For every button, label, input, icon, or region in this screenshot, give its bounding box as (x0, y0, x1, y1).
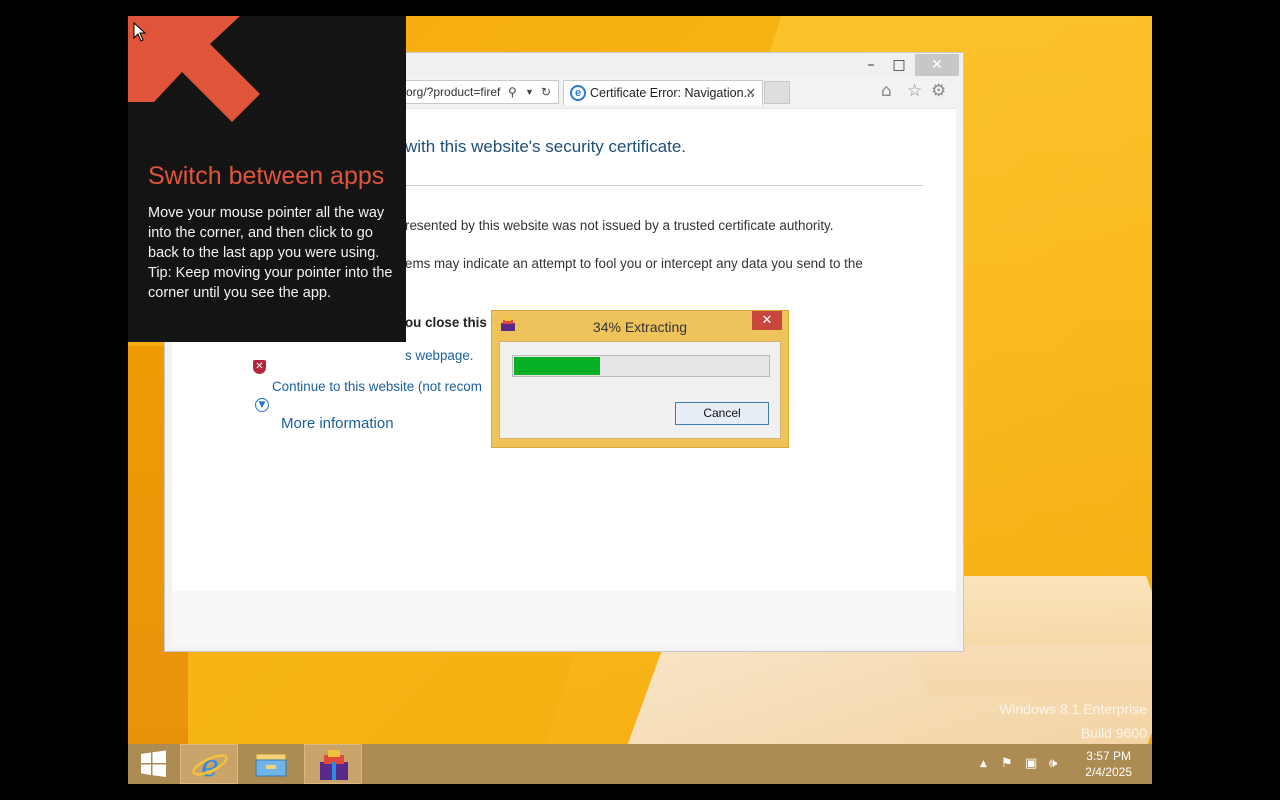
minimize-button[interactable]: – (857, 54, 885, 76)
winrar-icon (320, 750, 348, 780)
clock-date: 2/4/2025 (1085, 765, 1132, 779)
taskbar-file-explorer[interactable] (242, 744, 300, 784)
corner-arrow-icon (128, 16, 260, 122)
settings-gear-icon[interactable]: ⚙ (931, 81, 946, 101)
search-icon[interactable]: ⚲ (508, 81, 517, 103)
tab-certificate-error[interactable]: e Certificate Error: Navigation... ✕ (563, 80, 763, 105)
address-bar[interactable]: org/?product=firef ⚲ ▼ ↻ (403, 80, 559, 104)
watermark-build: Build 9600 (1080, 725, 1147, 741)
more-information-link[interactable]: More information (281, 415, 394, 432)
error-line-1: resented by this website was not issued … (405, 218, 834, 233)
svg-text:e: e (201, 749, 219, 784)
action-center-flag-icon[interactable]: ⚑ (1001, 756, 1013, 771)
tip-hint: Tip: Keep moving your pointer into the c… (148, 265, 393, 301)
show-hidden-icons-button[interactable]: ▲ (980, 759, 987, 769)
shield-warning-icon: ✕ (253, 360, 266, 374)
page-heading: with this website's security certificate… (405, 137, 687, 156)
desktop: – □ ✕ org/?product=firef ⚲ ▼ ↻ e Certifi… (128, 16, 1152, 784)
start-button[interactable] (128, 744, 186, 784)
dialog-body: Cancel (499, 341, 781, 439)
file-explorer-icon (255, 753, 287, 777)
mouse-cursor-icon (133, 22, 147, 42)
close-button[interactable]: ✕ (915, 54, 959, 76)
tip-title: Switch between apps (148, 162, 385, 190)
taskbar-internet-explorer[interactable]: e (180, 744, 238, 784)
system-clock[interactable]: 3:57 PM 2/4/2025 (1085, 748, 1132, 780)
internet-explorer-icon: e (192, 749, 228, 784)
ie-tab-icon: e (570, 85, 586, 101)
home-icon[interactable]: ⌂ (881, 81, 892, 101)
dialog-title: 34% Extracting (592, 319, 688, 335)
tab-title: Certificate Error: Navigation... (590, 86, 754, 100)
taskbar-winrar[interactable] (304, 744, 362, 784)
page-footer (172, 591, 956, 647)
address-text: org/?product=firef (406, 85, 501, 99)
tip-instruction: Move your mouse pointer all the way into… (148, 205, 385, 261)
divider (405, 185, 923, 186)
progress-bar (512, 355, 770, 377)
taskbar: e ▲ ⚑ ▣ 🕪 3:57 PM 2/4/2025 (128, 744, 1152, 784)
chevron-down-icon[interactable]: ▼ (255, 398, 269, 412)
favorites-star-icon[interactable]: ☆ (907, 81, 922, 101)
dialog-close-button[interactable]: ✕ (752, 311, 782, 330)
network-icon[interactable]: ▣ (1025, 756, 1037, 771)
refresh-icon[interactable]: ↻ (541, 81, 551, 103)
dropdown-arrow-icon[interactable]: ▼ (525, 81, 534, 103)
windows-logo-icon (141, 750, 166, 777)
clock-time: 3:57 PM (1086, 749, 1131, 763)
watermark-edition: Windows 8.1 Enterprise (999, 701, 1147, 717)
maximize-button[interactable]: □ (885, 54, 913, 76)
tip-body: Move your mouse pointer all the way into… (148, 203, 398, 303)
error-line-2: ems may indicate an attempt to fool you … (405, 256, 863, 271)
switch-apps-tip: Switch between apps Move your mouse poin… (128, 16, 406, 342)
extracting-dialog[interactable]: 34% Extracting ✕ Cancel (491, 310, 789, 448)
close-webpage-link[interactable]: s webpage. (405, 348, 474, 363)
progress-fill (514, 357, 600, 375)
cancel-button[interactable]: Cancel (675, 402, 769, 425)
tab-close-button[interactable]: ✕ (746, 81, 756, 105)
continue-link[interactable]: Continue to this website (not recom (272, 379, 482, 394)
new-tab-button[interactable] (764, 81, 790, 104)
volume-icon[interactable]: 🕪 (1049, 756, 1057, 771)
